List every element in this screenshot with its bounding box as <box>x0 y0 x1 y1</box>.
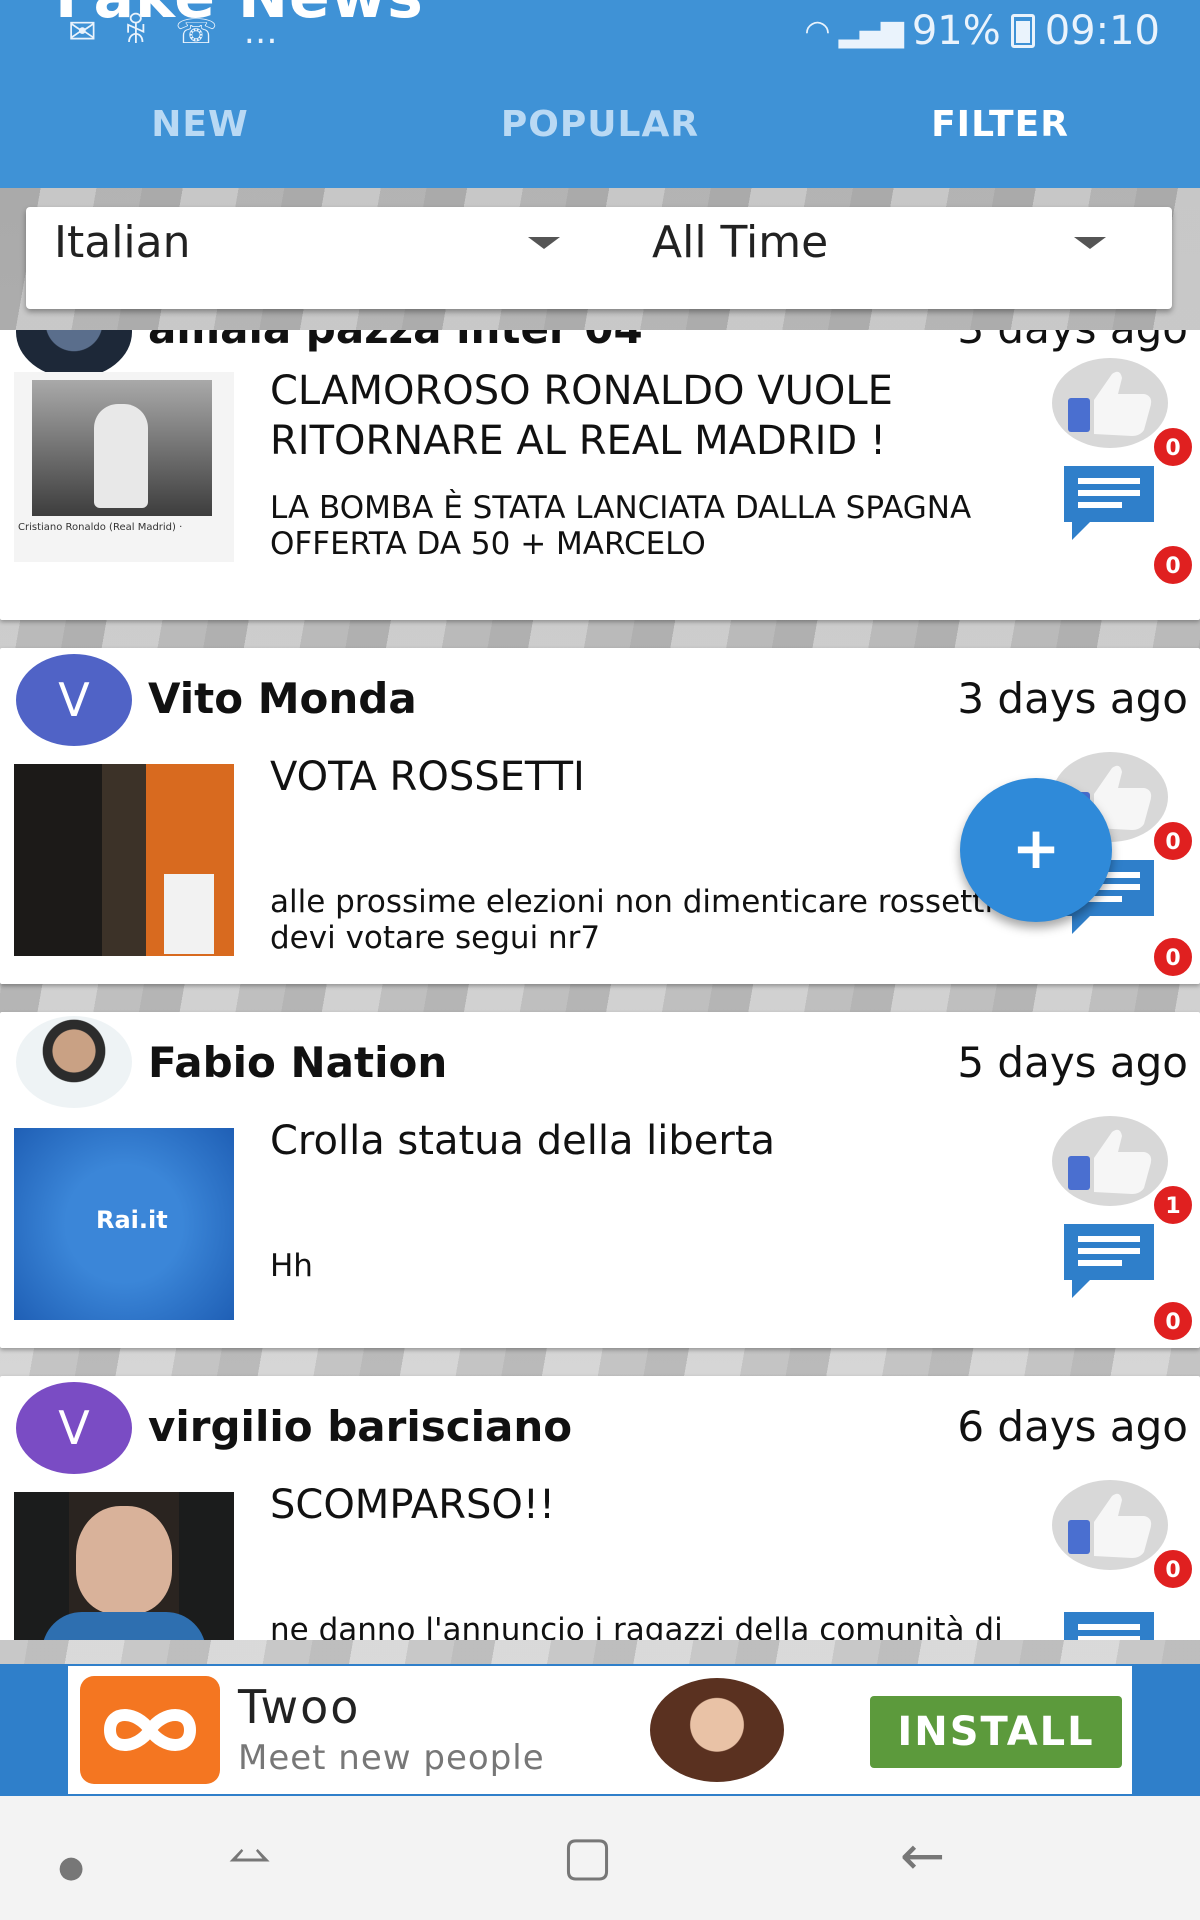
news-feed[interactable]: amala pazza inter 04 3 days ago Cristian… <box>0 330 1200 1640</box>
thumbs-up-icon <box>1068 1129 1152 1194</box>
ad-content[interactable]: Twoo Meet new people INSTALL <box>68 1666 1132 1794</box>
battery-icon <box>1010 14 1035 48</box>
chevron-down-icon <box>1074 237 1106 249</box>
comment-button[interactable] <box>1060 1608 1158 1640</box>
language-value: Italian <box>54 217 191 268</box>
add-post-button[interactable]: + <box>960 778 1112 922</box>
comment-icon <box>1064 466 1154 540</box>
rai-logo: Rai.it <box>96 1206 168 1234</box>
avatar[interactable] <box>16 330 132 378</box>
post-headline[interactable]: VOTA ROSSETTI <box>270 752 1050 802</box>
likes-count-badge: 0 <box>1152 820 1194 862</box>
post-thumbnail[interactable]: Cristiano Ronaldo (Real Madrid) · <box>14 372 234 562</box>
avatar[interactable]: V <box>16 1382 132 1474</box>
face <box>76 1506 172 1614</box>
post-author: amala pazza inter 04 <box>148 330 643 353</box>
shirt <box>42 1612 206 1640</box>
post-headline[interactable]: SCOMPARSO!! <box>270 1480 1050 1530</box>
flyer <box>164 874 214 954</box>
post-headline[interactable]: CLAMOROSO RONALDO VUOLE RITORNARE AL REA… <box>270 366 1050 466</box>
more-notifications-icon: … <box>243 12 278 52</box>
thumbs-up-icon <box>1068 1493 1152 1558</box>
period-value: All Time <box>652 217 829 268</box>
status-bar: ◠ ▂▄▆ 91% 09:10 <box>804 8 1160 54</box>
player-figure <box>94 404 148 508</box>
period-dropdown[interactable]: All Time <box>626 207 1172 277</box>
signal-icon: ▂▄▆ <box>838 13 904 49</box>
post-headline[interactable]: Crolla statua della liberta <box>270 1116 1050 1166</box>
mail-icon: ✉ <box>68 12 97 52</box>
app-bar: Fake News ✉ ꆜ ☏ … ◠ ▂▄▆ 91% 09:10 NEW PO… <box>0 0 1200 188</box>
post-author: Vito Monda <box>148 674 417 723</box>
clock: 09:10 <box>1044 8 1160 54</box>
likes-count-badge: 0 <box>1152 1548 1194 1590</box>
news-card[interactable]: V virgilio barisciano 6 days ago SCOMPAR… <box>0 1376 1200 1640</box>
thumbs-up-icon <box>1068 371 1152 436</box>
tab-bar: NEW POPULAR FILTER <box>0 95 1200 155</box>
post-description: alle prossime elezioni non dimenticare r… <box>270 884 994 956</box>
likes-count-badge: 0 <box>1152 426 1194 468</box>
comment-button[interactable] <box>1060 462 1158 544</box>
tab-popular[interactable]: POPULAR <box>400 95 800 155</box>
like-button[interactable] <box>1052 1116 1168 1206</box>
ronaldo-photo <box>32 380 212 516</box>
post-time: 6 days ago <box>957 1402 1188 1451</box>
notification-icons: ✉ ꆜ ☏ … <box>68 12 278 52</box>
post-author: Fabio Nation <box>148 1038 448 1087</box>
ad-photo <box>650 1678 784 1782</box>
tab-new[interactable]: NEW <box>0 95 400 155</box>
post-time: 3 days ago <box>957 330 1188 353</box>
infinity-icon <box>103 1709 197 1751</box>
chevron-down-icon <box>528 237 560 249</box>
like-button[interactable] <box>1052 358 1168 448</box>
comments-count-badge: 0 <box>1152 936 1194 978</box>
tab-filter[interactable]: FILTER <box>800 95 1200 155</box>
comment-icon <box>1064 1224 1154 1298</box>
post-thumbnail[interactable] <box>14 1492 234 1640</box>
wifi-icon: ◠ <box>804 13 830 49</box>
comments-count-badge: 0 <box>1152 544 1194 586</box>
post-description: Hh <box>270 1248 313 1284</box>
phone-icon: ☏ <box>175 12 218 52</box>
recents-dot-icon[interactable]: ● <box>58 1838 84 1898</box>
post-time: 5 days ago <box>957 1038 1188 1087</box>
comments-count-badge: 0 <box>1152 1300 1194 1342</box>
likes-count-badge: 1 <box>1152 1184 1194 1226</box>
avatar[interactable] <box>16 1016 132 1108</box>
comment-button[interactable] <box>1060 1220 1158 1302</box>
like-button[interactable] <box>1052 1480 1168 1570</box>
recent-apps-icon[interactable]: ⥎ <box>228 1826 271 1886</box>
ad-banner[interactable]: Twoo Meet new people INSTALL <box>0 1664 1200 1796</box>
thumbnail-caption: Cristiano Ronaldo (Real Madrid) · <box>18 522 183 533</box>
news-card[interactable]: Fabio Nation 5 days ago Rai.it Crolla st… <box>0 1012 1200 1348</box>
avatar[interactable]: V <box>16 654 132 746</box>
twoo-logo-icon <box>80 1676 220 1784</box>
post-time: 3 days ago <box>957 674 1188 723</box>
ad-tagline: Meet new people <box>238 1738 545 1778</box>
install-button[interactable]: INSTALL <box>870 1696 1122 1768</box>
news-card[interactable]: amala pazza inter 04 3 days ago Cristian… <box>0 330 1200 620</box>
post-thumbnail[interactable] <box>14 764 234 956</box>
filter-panel: Italian All Time <box>26 207 1172 309</box>
post-author: virgilio barisciano <box>148 1402 573 1451</box>
comment-icon <box>1064 1612 1154 1640</box>
system-nav-bar: ● ⥎ ▢ ← <box>0 1796 1200 1920</box>
post-thumbnail[interactable]: Rai.it <box>14 1128 234 1320</box>
battery-percent: 91% <box>911 8 1001 54</box>
home-icon[interactable]: ▢ <box>562 1826 613 1886</box>
ad-app-name: Twoo <box>238 1680 361 1734</box>
back-icon[interactable]: ← <box>900 1826 945 1886</box>
post-description: ne danno l'annuncio i ragazzi della comu… <box>270 1612 1003 1640</box>
odnoklassniki-icon: ꆜ <box>122 12 150 52</box>
post-description: LA BOMBA È STATA LANCIATA DALLA SPAGNA O… <box>270 490 972 562</box>
language-dropdown[interactable]: Italian <box>26 207 606 277</box>
